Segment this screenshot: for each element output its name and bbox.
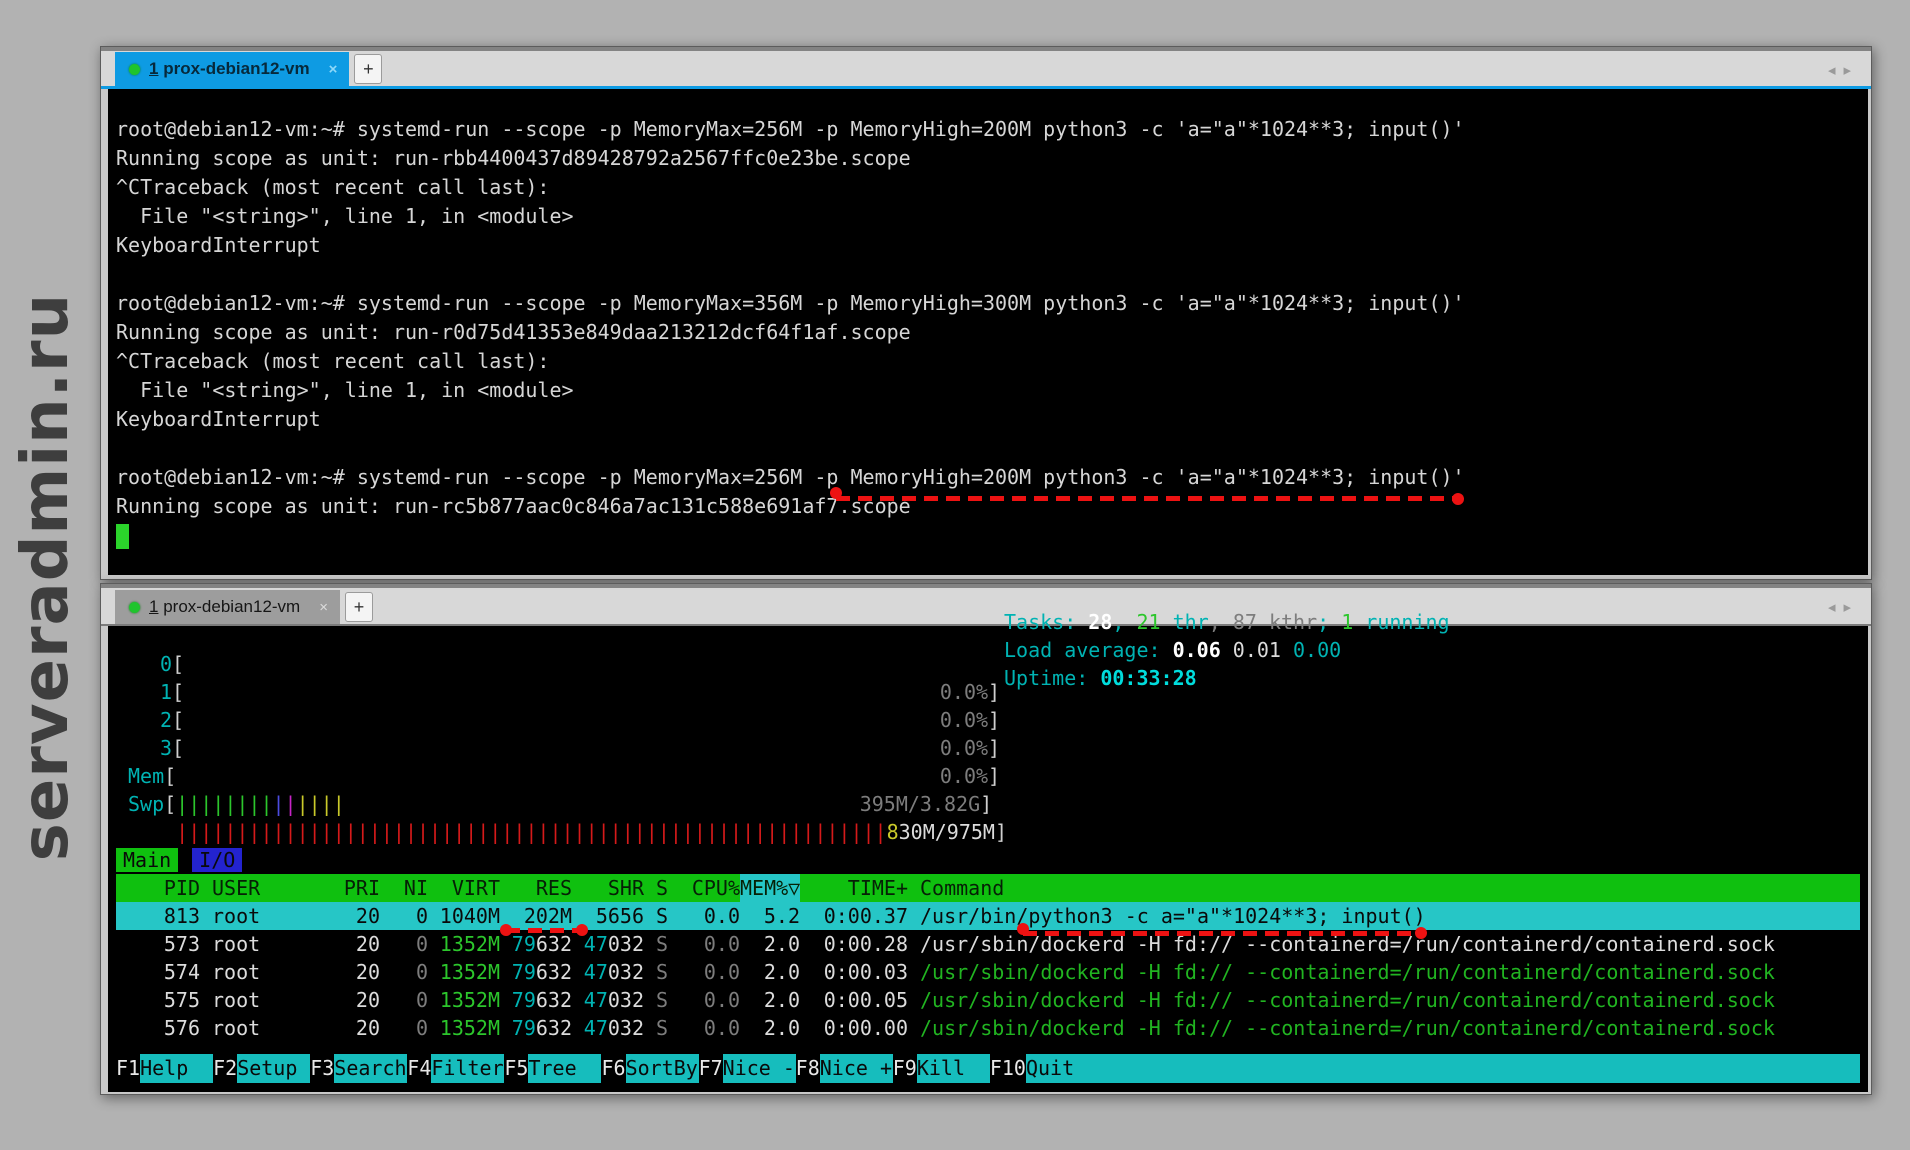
terminal-line: root@debian12-vm:~# systemd-run --scope … (116, 289, 1860, 318)
scroll-left-icon: ◂ (1828, 62, 1844, 79)
process-row[interactable]: 575 root 20 0 1352M 79632 47032 S 0.0 2.… (116, 986, 1860, 1014)
f4-key[interactable]: F4 (407, 1054, 431, 1083)
annotation-dot (1415, 927, 1427, 939)
memory-meter: Mem[||||||||||||||395M/3.82G] (116, 762, 1860, 790)
terminal-cursor (116, 524, 129, 549)
process-table-header[interactable]: PID USER PRI NI VIRT RES SHR S CPU% MEM%… (116, 874, 1860, 902)
annotation-dot (1017, 923, 1029, 935)
cpu-meter-3: 3[0.0%] (116, 734, 1860, 762)
terminal-line: root@debian12-vm:~# systemd-run --scope … (116, 463, 1860, 492)
load-average-line: Load average: 0.06 0.01 0.00 (1004, 636, 1450, 664)
col-cpu: CPU% (668, 874, 740, 902)
close-icon[interactable]: × (319, 599, 328, 616)
cursor-line (116, 521, 1860, 550)
terminal-line: File "<string>", line 1, in <module> (116, 202, 1860, 231)
cpu-meter-1: 1[0.0%] (116, 678, 1860, 706)
col-pri: PRI (332, 874, 380, 902)
tab-bar: 1 prox-debian12-vm × + ◂▸ (101, 47, 1871, 89)
tab-label: 1 prox-debian12-vm (149, 59, 310, 79)
annotation-dot (830, 487, 842, 499)
col-virt: VIRT (428, 874, 500, 902)
annotation-underline-command (836, 496, 1458, 501)
f2-setup-button[interactable]: Setup (237, 1054, 310, 1083)
function-key-bar: F1Help F2Setup F3Search F4Filter F5Tree … (116, 1054, 1860, 1083)
f5-tree-button[interactable]: Tree (528, 1054, 601, 1083)
scroll-right-icon: ▸ (1843, 599, 1859, 616)
terminal-line: Running scope as unit: run-r0d75d41353e8… (116, 318, 1860, 347)
terminal-line: ^CTraceback (most recent call last): (116, 173, 1860, 202)
terminal-line (116, 260, 1860, 289)
f9-key[interactable]: F9 (893, 1054, 917, 1083)
tab-scroll-arrows[interactable]: ◂▸ (1828, 61, 1859, 79)
new-tab-button[interactable]: + (354, 54, 382, 84)
terminal-line: Running scope as unit: run-rbb4400437d89… (116, 144, 1860, 173)
terminal-line: KeyboardInterrupt (116, 405, 1860, 434)
uptime-line: Uptime: 00:33:28 (1004, 664, 1450, 692)
annotation-dot (1452, 493, 1464, 505)
process-row[interactable]: 574 root 20 0 1352M 79632 47032 S 0.0 2.… (116, 958, 1860, 986)
cpu-meter-2: 2[0.0%] (116, 706, 1860, 734)
terminal-line: root@debian12-vm:~# systemd-run --scope … (116, 115, 1860, 144)
f6-key[interactable]: F6 (601, 1054, 625, 1083)
tab-main[interactable]: Main (116, 848, 178, 872)
session-active-icon (129, 64, 140, 75)
f6-sortby-button[interactable]: SortBy (626, 1054, 699, 1083)
tab-label: 1 prox-debian12-vm (149, 597, 300, 617)
col-ni: NI (380, 874, 428, 902)
close-icon[interactable]: × (329, 61, 338, 78)
col-shr: SHR (572, 874, 644, 902)
process-row-selected[interactable]: 813 root 20 0 1040M 202M 5656 S 0.0 5.2 … (116, 902, 1860, 930)
terminal-window-htop: 1 prox-debian12-vm × + ◂▸ 0[0.0%] 1[0.0%… (100, 583, 1872, 1095)
f4-filter-button[interactable]: Filter (431, 1054, 504, 1083)
col-command: Command (920, 874, 1860, 902)
htop-screen-tabs: Main I/O (116, 846, 1860, 874)
scroll-left-icon: ◂ (1828, 599, 1844, 616)
col-res: RES (500, 874, 572, 902)
col-time: TIME+ (800, 874, 908, 902)
annotation-dot (500, 924, 512, 936)
col-mem-sort: MEM%▽ (740, 874, 800, 902)
terminal-output-htop[interactable]: 0[0.0%] 1[0.0%] 2[0.0%] 3[0.0%] Mem[||||… (108, 626, 1868, 1092)
terminal-line: KeyboardInterrupt (116, 231, 1860, 260)
cpu-meter-0: 0[0.0%] (116, 650, 1860, 678)
col-state: S (644, 874, 668, 902)
tab-bar: 1 prox-debian12-vm × + ◂▸ (101, 584, 1871, 626)
f8-key[interactable]: F8 (796, 1054, 820, 1083)
fbar-filler (1099, 1054, 1860, 1083)
annotation-dot (576, 924, 588, 936)
f8-nice-plus-button[interactable]: Nice + (820, 1054, 893, 1083)
process-row[interactable]: 573 root 20 0 1352M 79632 47032 S 0.0 2.… (116, 930, 1860, 958)
f9-kill-button[interactable]: Kill (917, 1054, 990, 1083)
htop-summary: Tasks: 28, 21 thr, 87 kthr; 1 running Lo… (1004, 626, 1450, 692)
f7-nice-minus-button[interactable]: Nice - (723, 1054, 796, 1083)
tab-prox-debian12-vm[interactable]: 1 prox-debian12-vm × (115, 52, 349, 86)
scroll-right-icon: ▸ (1843, 62, 1859, 79)
tasks-line: Tasks: 28, 21 thr, 87 kthr; 1 running (1004, 626, 1450, 636)
terminal-line: ^CTraceback (most recent call last): (116, 347, 1860, 376)
new-tab-button[interactable]: + (345, 592, 373, 622)
watermark-text: serveradmin.ru (9, 293, 83, 861)
swap-meter: Swp[||||||||||||||||||||||||||||||||||||… (116, 790, 1860, 818)
col-pid: PID (116, 874, 200, 902)
session-active-icon (129, 602, 140, 613)
f3-key[interactable]: F3 (310, 1054, 334, 1083)
f1-help-button[interactable]: Help (140, 1054, 213, 1083)
annotation-underline-res (506, 928, 582, 933)
f5-key[interactable]: F5 (504, 1054, 528, 1083)
terminal-line: File "<string>", line 1, in <module> (116, 376, 1860, 405)
f2-key[interactable]: F2 (213, 1054, 237, 1083)
tab-io[interactable]: I/O (192, 848, 242, 872)
col-user: USER (212, 874, 332, 902)
tab-scroll-arrows[interactable]: ◂▸ (1828, 598, 1859, 616)
f10-key[interactable]: F10 (990, 1054, 1026, 1083)
process-row[interactable]: 576 root 20 0 1352M 79632 47032 S 0.0 2.… (116, 1014, 1860, 1042)
f3-search-button[interactable]: Search (334, 1054, 407, 1083)
terminal-output-shell[interactable]: root@debian12-vm:~# systemd-run --scope … (108, 89, 1868, 575)
f10-quit-button[interactable]: Quit (1026, 1054, 1099, 1083)
f1-key[interactable]: F1 (116, 1054, 140, 1083)
annotation-underline-process-cmd (1023, 931, 1421, 936)
f7-key[interactable]: F7 (699, 1054, 723, 1083)
tab-prox-debian12-vm[interactable]: 1 prox-debian12-vm × (115, 590, 340, 624)
terminal-line (116, 434, 1860, 463)
